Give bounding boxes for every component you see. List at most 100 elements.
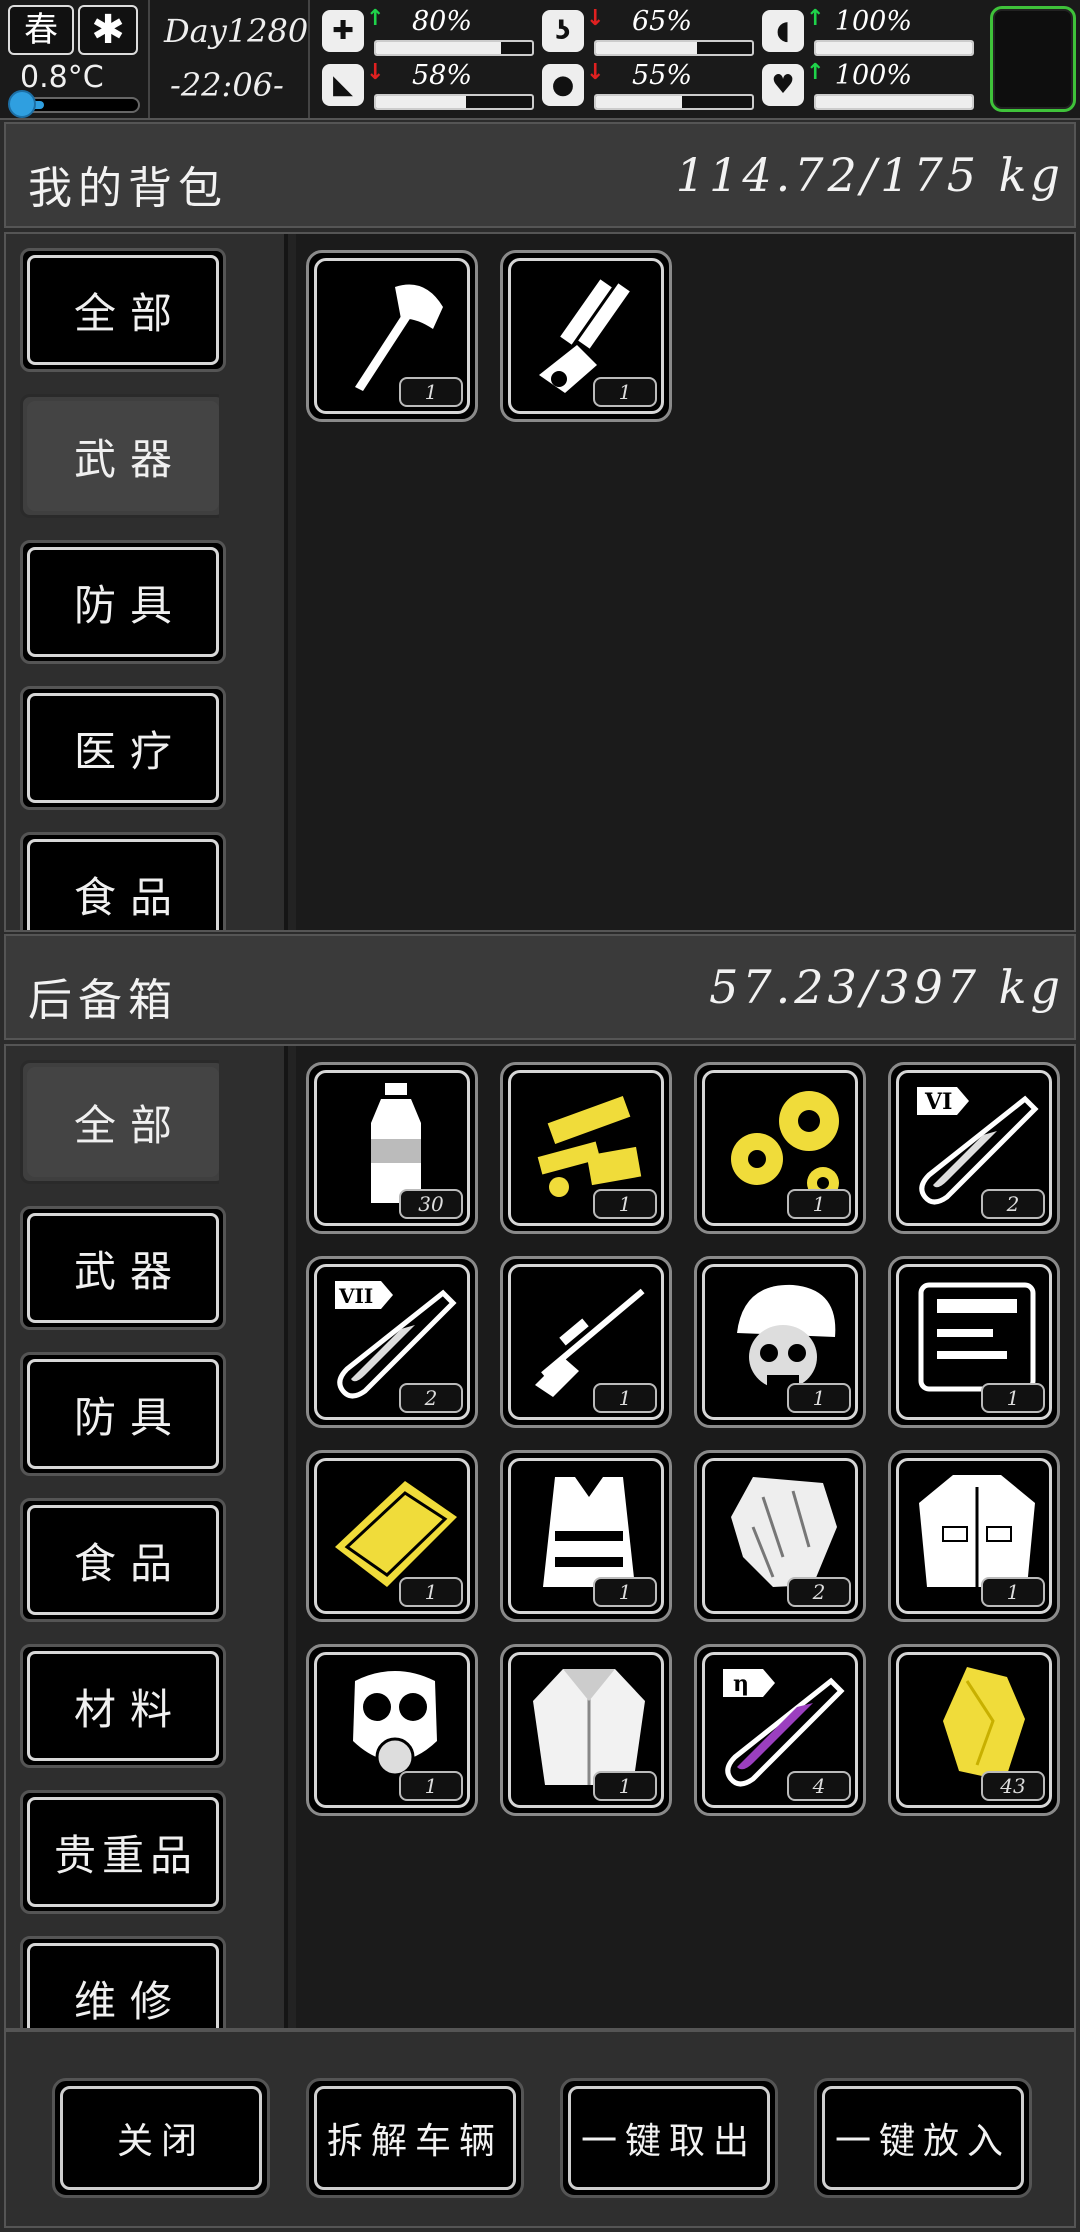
storage-category-list[interactable]: 全部 武器 防具 食品 材料 贵重品 维修 [6,1046,288,2028]
stat-mood-bar [814,94,974,110]
backpack-tab-all[interactable]: 全部 [20,248,226,372]
temperature-label: 0.8°C [20,60,104,95]
item-quantity: 2 [787,1577,851,1607]
backpack-tab-armor[interactable]: 防具 [20,540,226,664]
item-slot[interactable]: η 4 [694,1644,866,1816]
item-quantity: 1 [981,1577,1045,1607]
stat-medicine-bar [814,40,974,56]
clock: -22:06- [170,66,284,104]
stat-medicine-value: 100% [834,6,912,37]
stat-medicine: ◖ ↑ 100% [762,6,974,56]
item-slot[interactable]: 30 [306,1062,478,1234]
boot-icon: ◣ [322,64,364,106]
item-quantity: 1 [593,377,657,407]
item-slot[interactable]: 1 [888,1256,1060,1428]
status-bar: 春 ✱ 0.8°C Day1280 -22:06- ✚ ↑ 80% ʖ ↓ 65… [0,0,1080,120]
item-quantity: 30 [399,1189,463,1219]
item-slot[interactable]: 1 [500,1450,672,1622]
item-quantity: 1 [787,1383,851,1413]
stat-health-bar [374,40,534,56]
heart-icon: ♥ [762,64,804,106]
item-quantity: 1 [593,1577,657,1607]
svg-text:VII: VII [338,1284,373,1308]
storage-tab-weapons[interactable]: 武器 [20,1206,226,1330]
item-slot[interactable]: VII 2 [306,1256,478,1428]
item-quantity: 1 [593,1771,657,1801]
storage-tab-valuables[interactable]: 贵重品 [20,1790,226,1914]
footer-bar: 关闭 拆解车辆 一键取出 一键放入 [4,2030,1076,2228]
day-time-panel: Day1280 -22:06- [148,0,310,118]
stat-hunger-bar [594,40,754,56]
stat-hunger: ʖ ↓ 65% [542,6,754,56]
medkit-icon: ✚ [322,10,364,52]
backpack-title: 我的背包 [28,163,228,214]
item-slot[interactable]: 1 [500,1644,672,1816]
character-portrait[interactable] [990,6,1076,112]
item-quantity: 2 [399,1383,463,1413]
item-slot[interactable]: 1 [694,1256,866,1428]
stat-stamina-value: 58% [411,60,472,91]
item-quantity: 2 [981,1189,1045,1219]
storage-tab-armor[interactable]: 防具 [20,1352,226,1476]
backpack-category-list[interactable]: 全部 武器 防具 医疗 食品 [6,234,288,930]
dismantle-vehicle-button[interactable]: 拆解车辆 [306,2078,524,2198]
backpack-tab-medical[interactable]: 医疗 [20,686,226,810]
season-badge: 春 [8,5,74,55]
storage-tab-repair[interactable]: 维修 [20,1936,226,2028]
stat-thirst-value: 55% [631,60,692,91]
item-slot[interactable]: 1 [306,250,478,422]
thermometer-icon [8,90,36,118]
svg-text:VI: VI [924,1089,952,1115]
stat-health-value: 80% [411,6,472,37]
storage-tab-food[interactable]: 食品 [20,1498,226,1622]
stat-stamina-bar [374,94,534,110]
item-slot[interactable]: 1 [694,1062,866,1234]
item-slot[interactable]: 1 [500,250,672,422]
backpack-header: 我的背包 114.72/175 kg [4,122,1076,228]
backpack-tab-weapons[interactable]: 武器 [20,387,284,527]
item-quantity: 4 [787,1771,851,1801]
snowflake-icon: ✱ [78,5,138,55]
item-quantity: 1 [981,1383,1045,1413]
storage-tab-all[interactable]: 全部 [20,1053,284,1193]
backpack-panel: 全部 武器 防具 医疗 食品 1 1 [4,232,1076,932]
item-slot[interactable]: 1 [500,1256,672,1428]
stat-hunger-value: 65% [631,6,692,37]
storage-weight: 57.23/397 kg [709,960,1064,1014]
stat-mood-value: 100% [834,60,912,91]
item-slot[interactable]: 43 [888,1644,1060,1816]
item-slot[interactable]: 1 [306,1450,478,1622]
item-quantity: 1 [399,1771,463,1801]
item-slot[interactable]: VI 2 [888,1062,1060,1234]
storage-header: 后备箱 57.23/397 kg [4,934,1076,1040]
stat-stamina: ◣ ↓ 58% [322,60,534,110]
take-all-button[interactable]: 一键取出 [560,2078,778,2198]
item-quantity: 1 [593,1383,657,1413]
item-slot[interactable]: 2 [694,1450,866,1622]
stat-thirst: ● ↓ 55% [542,60,754,110]
backpack-item-grid: 1 1 [296,234,1074,930]
backpack-tab-food[interactable]: 食品 [20,832,226,930]
item-slot[interactable]: 1 [888,1450,1060,1622]
pill-icon: ◖ [762,10,804,52]
item-quantity: 1 [593,1189,657,1219]
storage-title: 后备箱 [28,975,178,1026]
water-drop-icon: ● [542,64,584,106]
close-button[interactable]: 关闭 [52,2078,270,2198]
item-slot[interactable]: 1 [500,1062,672,1234]
stat-mood: ♥ ↑ 100% [762,60,974,110]
svg-text:η: η [733,1671,749,1697]
stomach-icon: ʖ [542,10,584,52]
store-all-button[interactable]: 一键放入 [814,2078,1032,2198]
item-quantity: 43 [981,1771,1045,1801]
stat-thirst-bar [594,94,754,110]
storage-panel: 全部 武器 防具 食品 材料 贵重品 维修 30 1 1 VI 2 VII 2 … [4,1044,1076,2030]
item-quantity: 1 [399,377,463,407]
day-counter: Day1280 [164,12,309,50]
backpack-weight: 114.72/175 kg [675,148,1064,202]
storage-tab-materials[interactable]: 材料 [20,1644,226,1768]
item-slot[interactable]: 1 [306,1644,478,1816]
item-quantity: 1 [399,1577,463,1607]
storage-item-grid: 30 1 1 VI 2 VII 2 1 1 1 1 1 2 1 1 1 η 4 … [296,1046,1074,2028]
item-quantity: 1 [787,1189,851,1219]
